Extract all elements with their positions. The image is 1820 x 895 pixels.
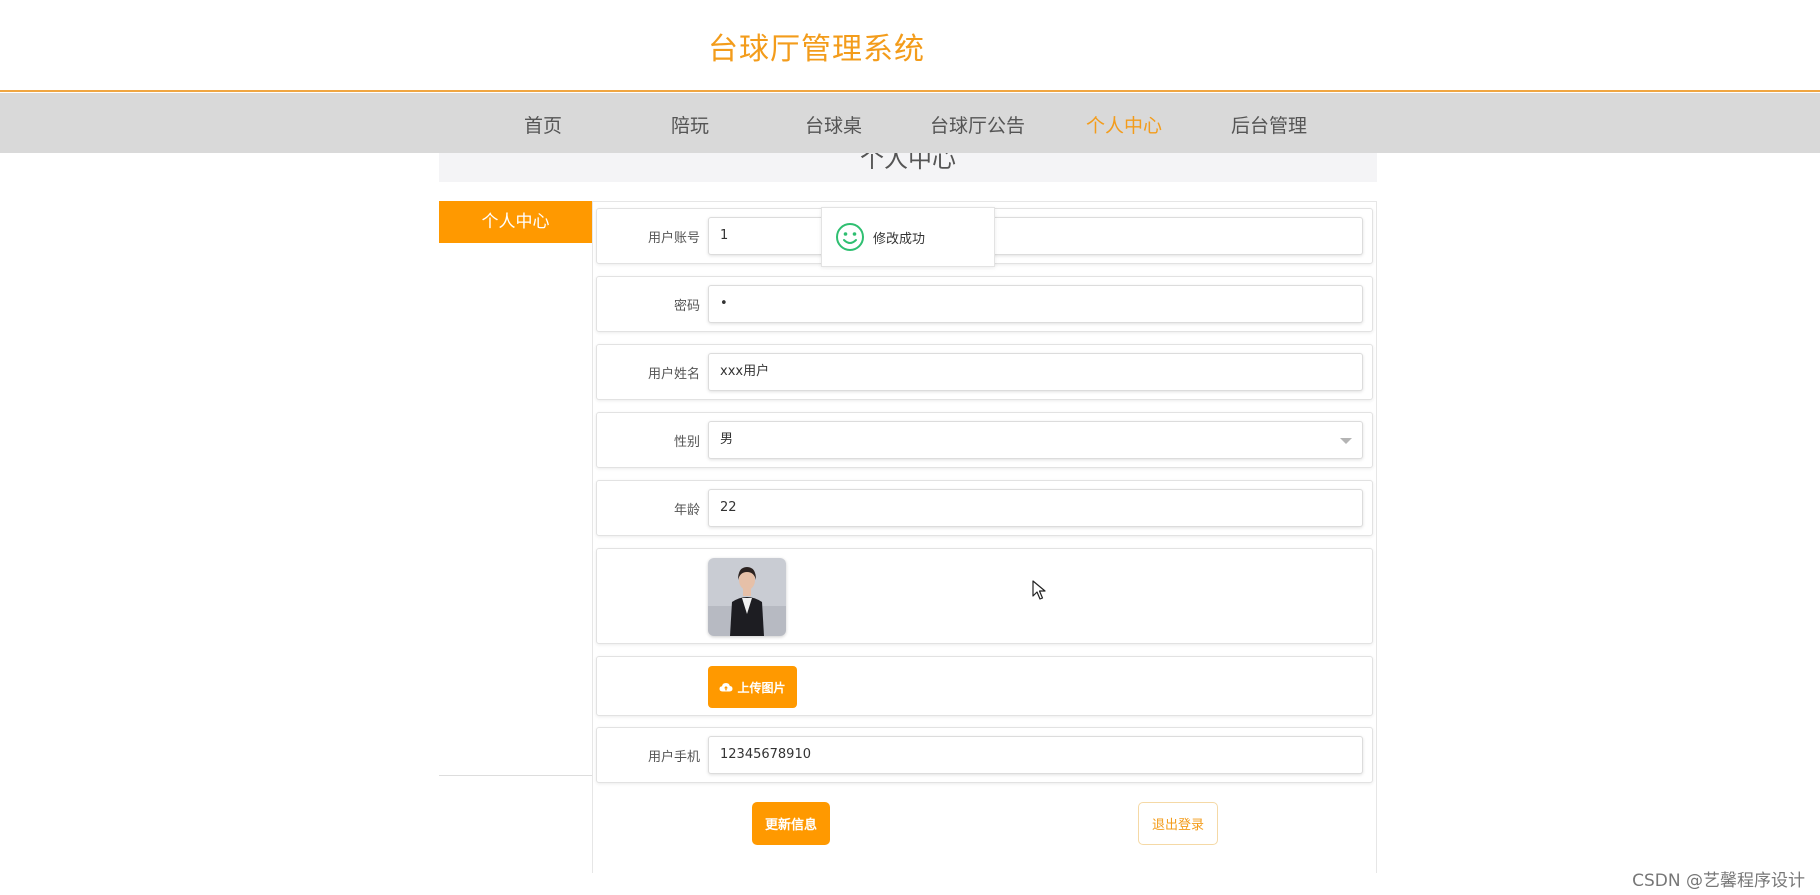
update-info-button[interactable]: 更新信息 (752, 802, 830, 845)
success-toast: 修改成功 (821, 207, 995, 267)
gender-value: 男 (720, 432, 734, 447)
name-input[interactable]: xxx用户 (708, 353, 1363, 391)
smile-icon (836, 223, 864, 251)
nav-item-home[interactable]: 首页 (524, 111, 562, 138)
nav-item-tables[interactable]: 台球桌 (805, 111, 862, 138)
site-title: 台球厅管理系统 (708, 32, 925, 67)
account-input[interactable]: 1 (708, 217, 1363, 255)
phone-input[interactable]: 12345678910 (708, 736, 1363, 774)
page-banner: 个人中心 (439, 153, 1377, 182)
age-input[interactable]: 22 (708, 489, 1363, 527)
password-input[interactable]: • (708, 285, 1363, 323)
page-banner-title: 个人中心 (860, 153, 956, 173)
cloud-upload-icon (719, 683, 733, 692)
form-row-phone: 用户手机 12345678910 (596, 727, 1373, 783)
password-label: 密码 (673, 299, 700, 314)
toast-message: 修改成功 (873, 231, 926, 247)
form-row-avatar (596, 548, 1373, 644)
top-header: 台球厅管理系统 (0, 0, 1820, 92)
avatar[interactable] (708, 558, 786, 636)
watermark: CSDN @艺馨程序设计 (1632, 871, 1805, 891)
avatar-photo-icon (708, 558, 786, 636)
upload-image-label: 上传图片 (737, 680, 786, 695)
mouse-cursor-icon (1032, 580, 1046, 600)
logout-button[interactable]: 退出登录 (1138, 802, 1218, 845)
form-row-password: 密码 • (596, 276, 1373, 332)
sidebar: 个人中心 (439, 201, 592, 776)
upload-image-button[interactable]: 上传图片 (708, 666, 797, 708)
sidebar-item-personal-center[interactable]: 个人中心 (439, 201, 592, 243)
nav-item-personal-center[interactable]: 个人中心 (1086, 111, 1162, 138)
age-label: 年龄 (673, 503, 700, 518)
gender-label: 性别 (673, 435, 700, 450)
name-label: 用户姓名 (647, 367, 700, 382)
gender-select[interactable]: 男 (708, 421, 1363, 459)
nav-item-admin[interactable]: 后台管理 (1231, 111, 1307, 138)
form-row-name: 用户姓名 xxx用户 (596, 344, 1373, 400)
main-nav: 首页 陪玩 台球桌 台球厅公告 个人中心 后台管理 (0, 93, 1820, 153)
form-row-age: 年龄 22 (596, 480, 1373, 536)
phone-label: 用户手机 (647, 750, 700, 765)
form-row-gender: 性别 男 (596, 412, 1373, 468)
nav-item-companion[interactable]: 陪玩 (671, 111, 709, 138)
nav-item-announcements[interactable]: 台球厅公告 (930, 111, 1025, 138)
chevron-down-icon (1340, 438, 1352, 444)
account-label: 用户账号 (647, 231, 700, 246)
form-row-upload: 上传图片 (596, 656, 1373, 716)
